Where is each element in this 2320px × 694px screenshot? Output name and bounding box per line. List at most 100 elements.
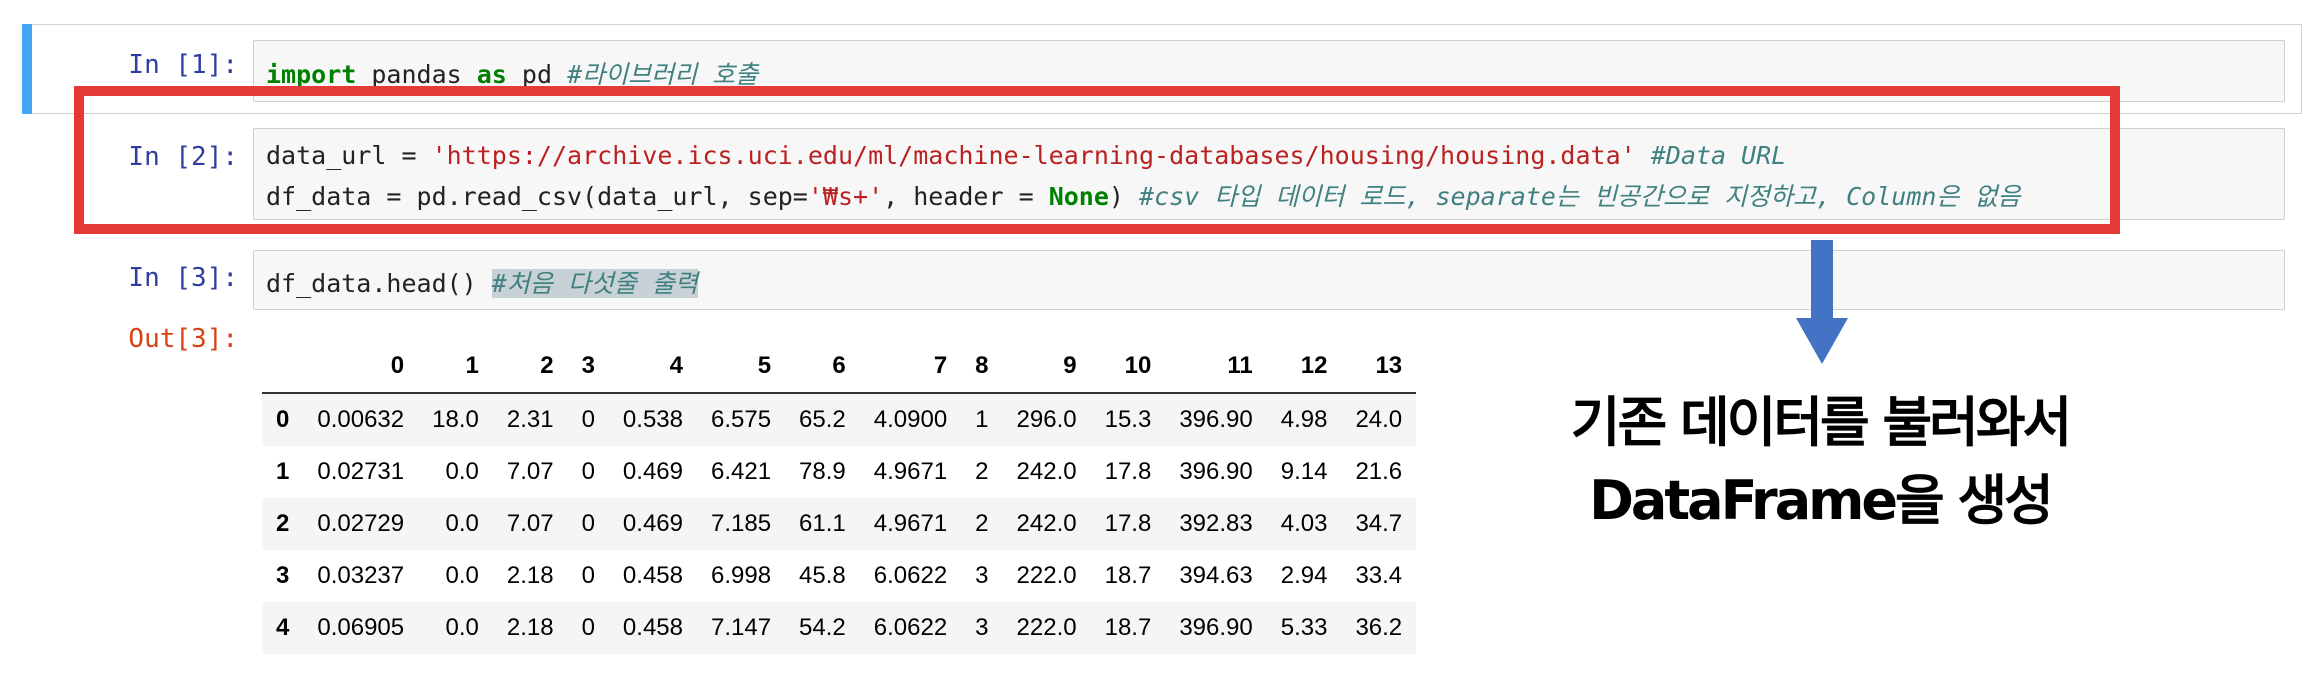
table-header-row: 0 1 2 3 4 5 6 7 8 9 10 11 12 13 — [262, 340, 1417, 394]
column-header: 13 — [1341, 340, 1417, 394]
table-cell: 36.2 — [1355, 614, 1403, 641]
column-header: 6 — [785, 340, 860, 394]
table-body: 0 0.00632 18.0 2.31 0 0.538 6.575 65.2 4.0900 1 29… — [262, 393, 1417, 654]
table-cell: 0.02731 — [317, 458, 405, 485]
table-cell: 394.63 — [1179, 562, 1253, 589]
table-cell: 6.0622 — [873, 614, 948, 641]
highlight-box — [74, 86, 2120, 234]
table-cell: 0.458 — [622, 614, 683, 641]
table-cell: 7.147 — [710, 614, 772, 641]
output-prompt-3: Out[3]: — [128, 324, 238, 354]
arrow-shaft — [1811, 240, 1833, 320]
table-cell: 24.0 — [1355, 406, 1403, 433]
table-cell: 296.0 — [1016, 406, 1077, 433]
table-cell: 6.575 — [710, 406, 772, 433]
table-cell: 17.8 — [1104, 458, 1152, 485]
table-cell: 0 — [581, 562, 595, 589]
table-cell: 0.469 — [622, 510, 683, 537]
table-cell: 392.83 — [1179, 510, 1253, 537]
table-cell: 0 — [581, 406, 595, 433]
column-header: 10 — [1090, 340, 1166, 394]
row-index: 3 — [276, 562, 290, 589]
row-index: 2 — [276, 510, 290, 537]
table-cell: 0.469 — [622, 458, 683, 485]
column-header: 5 — [696, 340, 786, 394]
table-cell: 222.0 — [1016, 562, 1077, 589]
table-cell: 0 — [581, 614, 595, 641]
column-header: 0 — [303, 340, 419, 394]
code-text: df_data.head() — [266, 269, 492, 298]
table-cell: 1 — [975, 406, 989, 433]
table-cell: 21.6 — [1355, 458, 1403, 485]
table-row: 1 0.02731 0.0 7.07 0 0.469 6.421 78.9 4.9671 2 242… — [262, 446, 1416, 498]
code-input-3[interactable]: df_data.head() #처음 다섯줄 출력 — [253, 250, 2285, 310]
table-cell: 2 — [975, 458, 989, 485]
table-cell: 18.0 — [432, 406, 479, 433]
table-cell: 7.07 — [506, 510, 554, 537]
table-row: 0 0.00632 18.0 2.31 0 0.538 6.575 65.2 4.0900 1 29… — [262, 393, 1417, 446]
row-index: 0 — [276, 406, 290, 433]
table-cell: 0.0 — [445, 614, 479, 641]
table-cell: 0.06905 — [317, 614, 405, 641]
table-cell: 6.0622 — [873, 562, 948, 589]
code-text: pandas — [356, 60, 477, 89]
table-cell: 0 — [581, 458, 595, 485]
table-cell: 45.8 — [799, 562, 846, 589]
table-cell: 34.7 — [1355, 510, 1403, 537]
table-cell: 396.90 — [1179, 406, 1253, 433]
table-cell: 222.0 — [1016, 614, 1077, 641]
code-comment: #라이브러리 호출 — [567, 60, 759, 89]
table-cell: 17.8 — [1104, 510, 1152, 537]
table-cell: 396.90 — [1179, 614, 1253, 641]
table-cell: 4.9671 — [873, 510, 948, 537]
table-cell: 4.03 — [1280, 510, 1328, 537]
dataframe-output: 0 1 2 3 4 5 6 7 8 9 10 11 12 13 0 0.00632 18.0 2.31 0 0.53… — [262, 340, 1417, 654]
table-cell: 242.0 — [1016, 510, 1077, 537]
cell-selection-bar — [22, 24, 32, 114]
code-line: df_data.head() #처음 다섯줄 출력 — [266, 264, 698, 300]
row-index: 4 — [276, 614, 290, 641]
column-header: 3 — [567, 340, 609, 394]
table-cell: 7.07 — [506, 458, 554, 485]
table-cell: 4.9671 — [873, 458, 948, 485]
table-cell: 0.00632 — [317, 406, 405, 433]
table-cell: 4.0900 — [873, 406, 948, 433]
column-header: 9 — [1002, 340, 1091, 394]
column-header — [262, 340, 304, 394]
table-cell: 15.3 — [1104, 406, 1152, 433]
table-cell: 54.2 — [799, 614, 846, 641]
table-cell: 7.185 — [710, 510, 772, 537]
column-header: 11 — [1165, 340, 1267, 394]
input-prompt-1: In [1]: — [128, 50, 238, 80]
table-cell: 2.18 — [506, 614, 554, 641]
table-cell: 33.4 — [1355, 562, 1403, 589]
table-cell: 396.90 — [1179, 458, 1253, 485]
column-header: 1 — [418, 340, 493, 394]
keyword: as — [476, 60, 507, 89]
table-cell: 5.33 — [1280, 614, 1328, 641]
annotation-caption-line2: DataFrame을 생성 — [1589, 469, 2054, 532]
table-row: 4 0.06905 0.0 2.18 0 0.458 7.147 54.2 6.0622 3 222… — [262, 602, 1417, 654]
table-cell: 2.18 — [506, 562, 554, 589]
table-cell: 78.9 — [799, 458, 846, 485]
table-cell: 2.31 — [506, 406, 554, 433]
table-row: 3 0.03237 0.0 2.18 0 0.458 6.998 45.8 6.0622 3 222… — [262, 550, 1416, 602]
annotation-caption-line1: 기존 데이터를 불러와서 — [1570, 391, 2072, 454]
table-cell: 9.14 — [1280, 458, 1328, 485]
table-cell: 0.0 — [445, 458, 479, 485]
column-header: 12 — [1266, 340, 1342, 394]
table-cell: 6.998 — [710, 562, 772, 589]
column-header: 2 — [492, 340, 568, 394]
code-text: pd — [506, 60, 568, 89]
arrow-down-icon — [1796, 318, 1848, 364]
input-prompt-3: In [3]: — [128, 263, 238, 293]
table-cell: 0.02729 — [317, 510, 405, 537]
table-cell: 6.421 — [710, 458, 772, 485]
code-comment: #처음 다섯줄 출력 — [491, 269, 698, 298]
table-cell: 18.7 — [1104, 562, 1152, 589]
column-header: 4 — [608, 340, 697, 394]
table-cell: 0.0 — [445, 510, 479, 537]
table-cell: 2.94 — [1280, 562, 1328, 589]
table-cell: 61.1 — [799, 510, 846, 537]
table-cell: 242.0 — [1016, 458, 1077, 485]
